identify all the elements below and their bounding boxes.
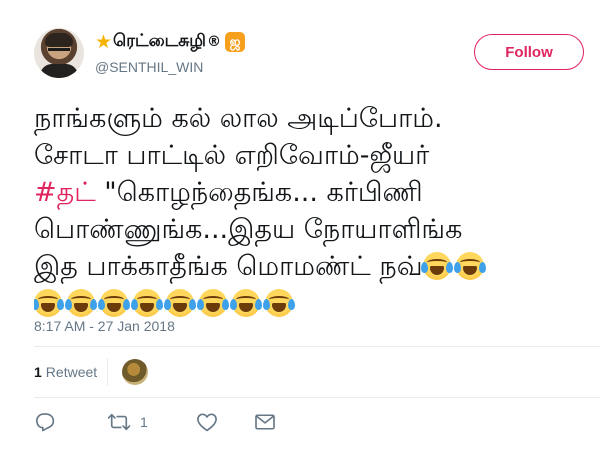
tear-left [164, 299, 171, 310]
author-name-row[interactable]: ★ ரெட்டைசுழி ® ஜ [95, 30, 246, 54]
tweet-line-5-text: இத பாக்காதீங்க மொமண்ட் நவ் [34, 251, 423, 282]
stats-separator [107, 358, 109, 386]
face-with-tears-of-joy-icon [98, 289, 130, 317]
face-with-tears-of-joy-icon [230, 289, 262, 317]
brand-badge-icon: ஜ [225, 32, 246, 52]
face-with-tears-of-joy-icon [164, 289, 196, 317]
retweet-stat-count[interactable]: 1 [34, 364, 42, 380]
tear-left [230, 299, 237, 310]
tweet-header: ★ ரெட்டைசுழி ® ஜ @SENTHIL_WIN Follow [0, 0, 600, 80]
retweet-icon [107, 413, 131, 431]
envelope-icon [254, 414, 275, 430]
tear-left [131, 299, 138, 310]
registered-mark: ® [207, 34, 222, 50]
heart-icon [196, 413, 217, 432]
face-with-tears-of-joy-icon [65, 289, 97, 317]
tear-right [255, 299, 262, 310]
author-display-name[interactable]: ரெட்டைசுழி [113, 31, 206, 53]
reply-button[interactable] [34, 412, 56, 432]
face-with-tears-of-joy-icon [420, 252, 453, 280]
face-with-tears-of-joy-icon [263, 289, 295, 317]
retweeter-avatar[interactable] [122, 359, 149, 385]
tweet-line-3: #தட் "கொழந்தைங்க... கர்பிணி [34, 174, 600, 211]
tear-right [57, 299, 64, 310]
tear-right [288, 299, 295, 310]
tweet-line-3-rest: "கொழந்தைங்க... கர்பிணி [95, 177, 423, 208]
like-button[interactable] [196, 412, 218, 432]
tear-left [263, 299, 270, 310]
tear-right [445, 262, 453, 273]
avatar-hair [45, 33, 73, 47]
tweet-line-1: நாங்களும் கல் லால அடிப்போம். [34, 103, 443, 134]
follow-button[interactable]: Follow [474, 34, 584, 70]
tear-right [156, 299, 163, 310]
avatar-shirt [40, 64, 78, 78]
author-avatar[interactable] [34, 28, 84, 78]
avatar-glasses [48, 48, 70, 56]
tear-right [478, 262, 486, 273]
tweet-line-5: இத பாக்காதீங்க மொமண்ட் நவ் [34, 248, 600, 285]
retweet-stat-label[interactable]: Retweet [46, 364, 97, 380]
tweet-text: நாங்களும் கல் லால அடிப்போம். சோடா பாட்டி… [34, 100, 600, 322]
tear-right [189, 299, 196, 310]
tweet-line-4: பொண்ணுங்க...இதய நோயாளிங்க [34, 214, 463, 245]
face-with-tears-of-joy-icon [131, 289, 163, 317]
message-button[interactable] [254, 413, 276, 431]
emoji-group-line5 [420, 251, 489, 282]
retweet-action-count: 1 [140, 414, 148, 430]
divider-bottom [34, 397, 600, 398]
tear-left [197, 299, 204, 310]
face-with-tears-of-joy-icon [453, 252, 486, 280]
tweet-actions: 1 [34, 404, 276, 440]
tweet-timestamp[interactable]: 8:17 AM - 27 Jan 2018 [34, 318, 175, 334]
tear-right [90, 299, 97, 310]
tear-left [65, 299, 72, 310]
tear-left [453, 262, 461, 273]
author-handle[interactable]: @SENTHIL_WIN [95, 59, 203, 75]
emoji-line-6 [34, 285, 600, 322]
tear-right [123, 299, 130, 310]
tweet-stats: 1 Retweet [34, 347, 149, 397]
face-with-tears-of-joy-icon [197, 289, 229, 317]
tear-left [98, 299, 105, 310]
tweet-line-2: சோடா பாட்டில் எறிவோம்-ஜீயர் [34, 140, 430, 171]
retweet-button[interactable]: 1 [107, 412, 148, 432]
tear-left [420, 262, 428, 273]
face-with-tears-of-joy-icon [34, 289, 64, 317]
reply-icon [36, 413, 55, 432]
hashtag-link[interactable]: #தட் [34, 177, 96, 208]
tear-right [222, 299, 229, 310]
star-icon: ★ [95, 30, 113, 53]
tear-left [34, 299, 39, 310]
